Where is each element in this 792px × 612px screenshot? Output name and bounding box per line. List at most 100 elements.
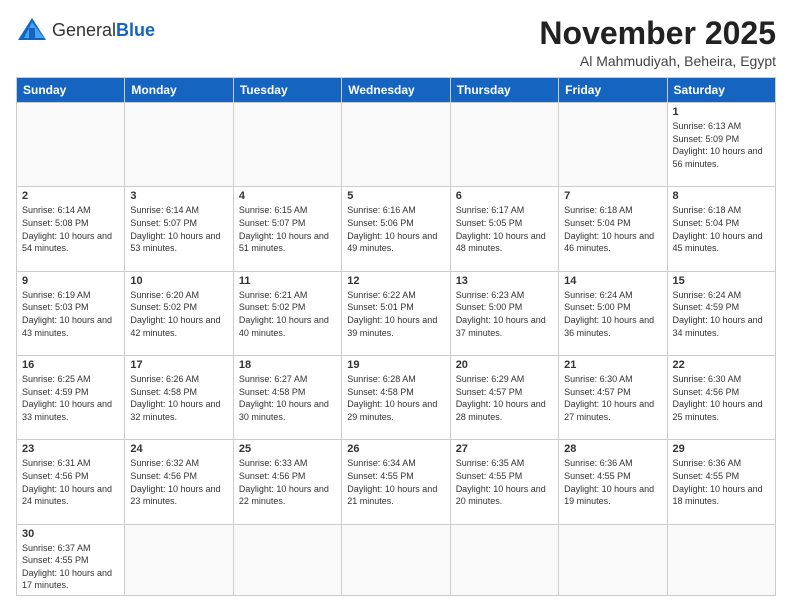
title-block: November 2025 Al Mahmudiyah, Beheira, Eg…	[539, 16, 776, 69]
col-tuesday: Tuesday	[233, 78, 341, 103]
day-info: Sunrise: 6:36 AM Sunset: 4:55 PM Dayligh…	[673, 457, 770, 507]
day-cell: 8 Sunrise: 6:18 AM Sunset: 5:04 PM Daylig…	[667, 187, 775, 271]
day-cell	[125, 103, 233, 187]
header: GeneralBlue November 2025 Al Mahmudiyah,…	[16, 16, 776, 69]
day-number: 20	[456, 359, 553, 371]
day-info: Sunrise: 6:35 AM Sunset: 4:55 PM Dayligh…	[456, 457, 553, 507]
day-info: Sunrise: 6:26 AM Sunset: 4:58 PM Dayligh…	[130, 373, 227, 423]
logo-text: GeneralBlue	[52, 20, 155, 41]
day-info: Sunrise: 6:30 AM Sunset: 4:57 PM Dayligh…	[564, 373, 661, 423]
day-cell: 5 Sunrise: 6:16 AM Sunset: 5:06 PM Daylig…	[342, 187, 450, 271]
day-number: 12	[347, 275, 444, 287]
day-cell: 10 Sunrise: 6:20 AM Sunset: 5:02 PM Dayli…	[125, 271, 233, 355]
day-number: 11	[239, 275, 336, 287]
day-info: Sunrise: 6:29 AM Sunset: 4:57 PM Dayligh…	[456, 373, 553, 423]
day-cell: 4Sunrise: 6:15 AM Sunset: 5:07 PM Daylig…	[233, 187, 341, 271]
day-number: 16	[22, 359, 119, 371]
day-number: 22	[673, 359, 770, 371]
day-number: 28	[564, 443, 661, 455]
day-number: 26	[347, 443, 444, 455]
day-number: 7	[564, 190, 661, 202]
day-number: 5	[347, 190, 444, 202]
day-info: Sunrise: 6:22 AM Sunset: 5:01 PM Dayligh…	[347, 289, 444, 339]
week-row-6: 30Sunrise: 6:37 AM Sunset: 4:55 PM Dayli…	[17, 524, 776, 595]
calendar-title: November 2025	[539, 16, 776, 51]
calendar-page: GeneralBlue November 2025 Al Mahmudiyah,…	[0, 0, 792, 612]
day-info: Sunrise: 6:24 AM Sunset: 5:00 PM Dayligh…	[564, 289, 661, 339]
day-cell: 26 Sunrise: 6:34 AM Sunset: 4:55 PM Dayli…	[342, 440, 450, 524]
day-number: 29	[673, 443, 770, 455]
day-number: 24	[130, 443, 227, 455]
day-cell: 30Sunrise: 6:37 AM Sunset: 4:55 PM Dayli…	[17, 524, 125, 595]
week-row-1: 1Sunrise: 6:13 AM Sunset: 5:09 PM Daylig…	[17, 103, 776, 187]
logo-icon	[16, 16, 48, 44]
day-cell: 19 Sunrise: 6:28 AM Sunset: 4:58 PM Dayli…	[342, 356, 450, 440]
day-number: 13	[456, 275, 553, 287]
day-info: Sunrise: 6:14 AM Sunset: 5:08 PM Dayligh…	[22, 204, 119, 254]
day-number: 18	[239, 359, 336, 371]
day-info: Sunrise: 6:18 AM Sunset: 5:04 PM Dayligh…	[564, 204, 661, 254]
logo-wordmark: GeneralBlue	[52, 20, 155, 40]
day-cell: 27Sunrise: 6:35 AM Sunset: 4:55 PM Dayli…	[450, 440, 558, 524]
day-cell: 13 Sunrise: 6:23 AM Sunset: 5:00 PM Dayli…	[450, 271, 558, 355]
day-info: Sunrise: 6:25 AM Sunset: 4:59 PM Dayligh…	[22, 373, 119, 423]
day-cell: 1Sunrise: 6:13 AM Sunset: 5:09 PM Daylig…	[667, 103, 775, 187]
day-number: 15	[673, 275, 770, 287]
day-cell	[17, 103, 125, 187]
day-cell: 21 Sunrise: 6:30 AM Sunset: 4:57 PM Dayli…	[559, 356, 667, 440]
header-row: Sunday Monday Tuesday Wednesday Thursday…	[17, 78, 776, 103]
day-cell: 22 Sunrise: 6:30 AM Sunset: 4:56 PM Dayli…	[667, 356, 775, 440]
col-sunday: Sunday	[17, 78, 125, 103]
day-cell: 16 Sunrise: 6:25 AM Sunset: 4:59 PM Dayli…	[17, 356, 125, 440]
day-info: Sunrise: 6:16 AM Sunset: 5:06 PM Dayligh…	[347, 204, 444, 254]
day-number: 10	[130, 275, 227, 287]
day-cell: 23Sunrise: 6:31 AM Sunset: 4:56 PM Dayli…	[17, 440, 125, 524]
day-info: Sunrise: 6:18 AM Sunset: 5:04 PM Dayligh…	[673, 204, 770, 254]
day-cell	[233, 103, 341, 187]
col-wednesday: Wednesday	[342, 78, 450, 103]
day-cell: 25Sunrise: 6:33 AM Sunset: 4:56 PM Dayli…	[233, 440, 341, 524]
day-cell: 2 Sunrise: 6:14 AM Sunset: 5:08 PM Daylig…	[17, 187, 125, 271]
day-info: Sunrise: 6:33 AM Sunset: 4:56 PM Dayligh…	[239, 457, 336, 507]
col-monday: Monday	[125, 78, 233, 103]
day-info: Sunrise: 6:19 AM Sunset: 5:03 PM Dayligh…	[22, 289, 119, 339]
day-number: 23	[22, 443, 119, 455]
col-friday: Friday	[559, 78, 667, 103]
week-row-3: 9 Sunrise: 6:19 AM Sunset: 5:03 PM Daylig…	[17, 271, 776, 355]
calendar-table: Sunday Monday Tuesday Wednesday Thursday…	[16, 77, 776, 596]
day-cell	[342, 103, 450, 187]
day-number: 6	[456, 190, 553, 202]
week-row-4: 16 Sunrise: 6:25 AM Sunset: 4:59 PM Dayli…	[17, 356, 776, 440]
day-cell	[450, 103, 558, 187]
day-info: Sunrise: 6:28 AM Sunset: 4:58 PM Dayligh…	[347, 373, 444, 423]
day-cell: 12 Sunrise: 6:22 AM Sunset: 5:01 PM Dayli…	[342, 271, 450, 355]
day-cell: 11Sunrise: 6:21 AM Sunset: 5:02 PM Dayli…	[233, 271, 341, 355]
day-number: 21	[564, 359, 661, 371]
day-cell: 20 Sunrise: 6:29 AM Sunset: 4:57 PM Dayli…	[450, 356, 558, 440]
day-cell: 17Sunrise: 6:26 AM Sunset: 4:58 PM Dayli…	[125, 356, 233, 440]
day-info: Sunrise: 6:23 AM Sunset: 5:00 PM Dayligh…	[456, 289, 553, 339]
day-info: Sunrise: 6:27 AM Sunset: 4:58 PM Dayligh…	[239, 373, 336, 423]
day-cell	[342, 524, 450, 595]
col-thursday: Thursday	[450, 78, 558, 103]
day-cell	[667, 524, 775, 595]
day-info: Sunrise: 6:36 AM Sunset: 4:55 PM Dayligh…	[564, 457, 661, 507]
calendar-subtitle: Al Mahmudiyah, Beheira, Egypt	[539, 53, 776, 69]
day-number: 9	[22, 275, 119, 287]
day-number: 2	[22, 190, 119, 202]
day-number: 19	[347, 359, 444, 371]
week-row-5: 23Sunrise: 6:31 AM Sunset: 4:56 PM Dayli…	[17, 440, 776, 524]
day-info: Sunrise: 6:34 AM Sunset: 4:55 PM Dayligh…	[347, 457, 444, 507]
day-cell	[233, 524, 341, 595]
day-info: Sunrise: 6:30 AM Sunset: 4:56 PM Dayligh…	[673, 373, 770, 423]
logo: GeneralBlue	[16, 16, 155, 44]
day-cell: 29 Sunrise: 6:36 AM Sunset: 4:55 PM Dayli…	[667, 440, 775, 524]
day-cell: 3Sunrise: 6:14 AM Sunset: 5:07 PM Daylig…	[125, 187, 233, 271]
day-cell: 28 Sunrise: 6:36 AM Sunset: 4:55 PM Dayli…	[559, 440, 667, 524]
day-cell: 7 Sunrise: 6:18 AM Sunset: 5:04 PM Daylig…	[559, 187, 667, 271]
day-info: Sunrise: 6:17 AM Sunset: 5:05 PM Dayligh…	[456, 204, 553, 254]
day-info: Sunrise: 6:15 AM Sunset: 5:07 PM Dayligh…	[239, 204, 336, 254]
day-info: Sunrise: 6:20 AM Sunset: 5:02 PM Dayligh…	[130, 289, 227, 339]
day-number: 8	[673, 190, 770, 202]
day-cell	[450, 524, 558, 595]
